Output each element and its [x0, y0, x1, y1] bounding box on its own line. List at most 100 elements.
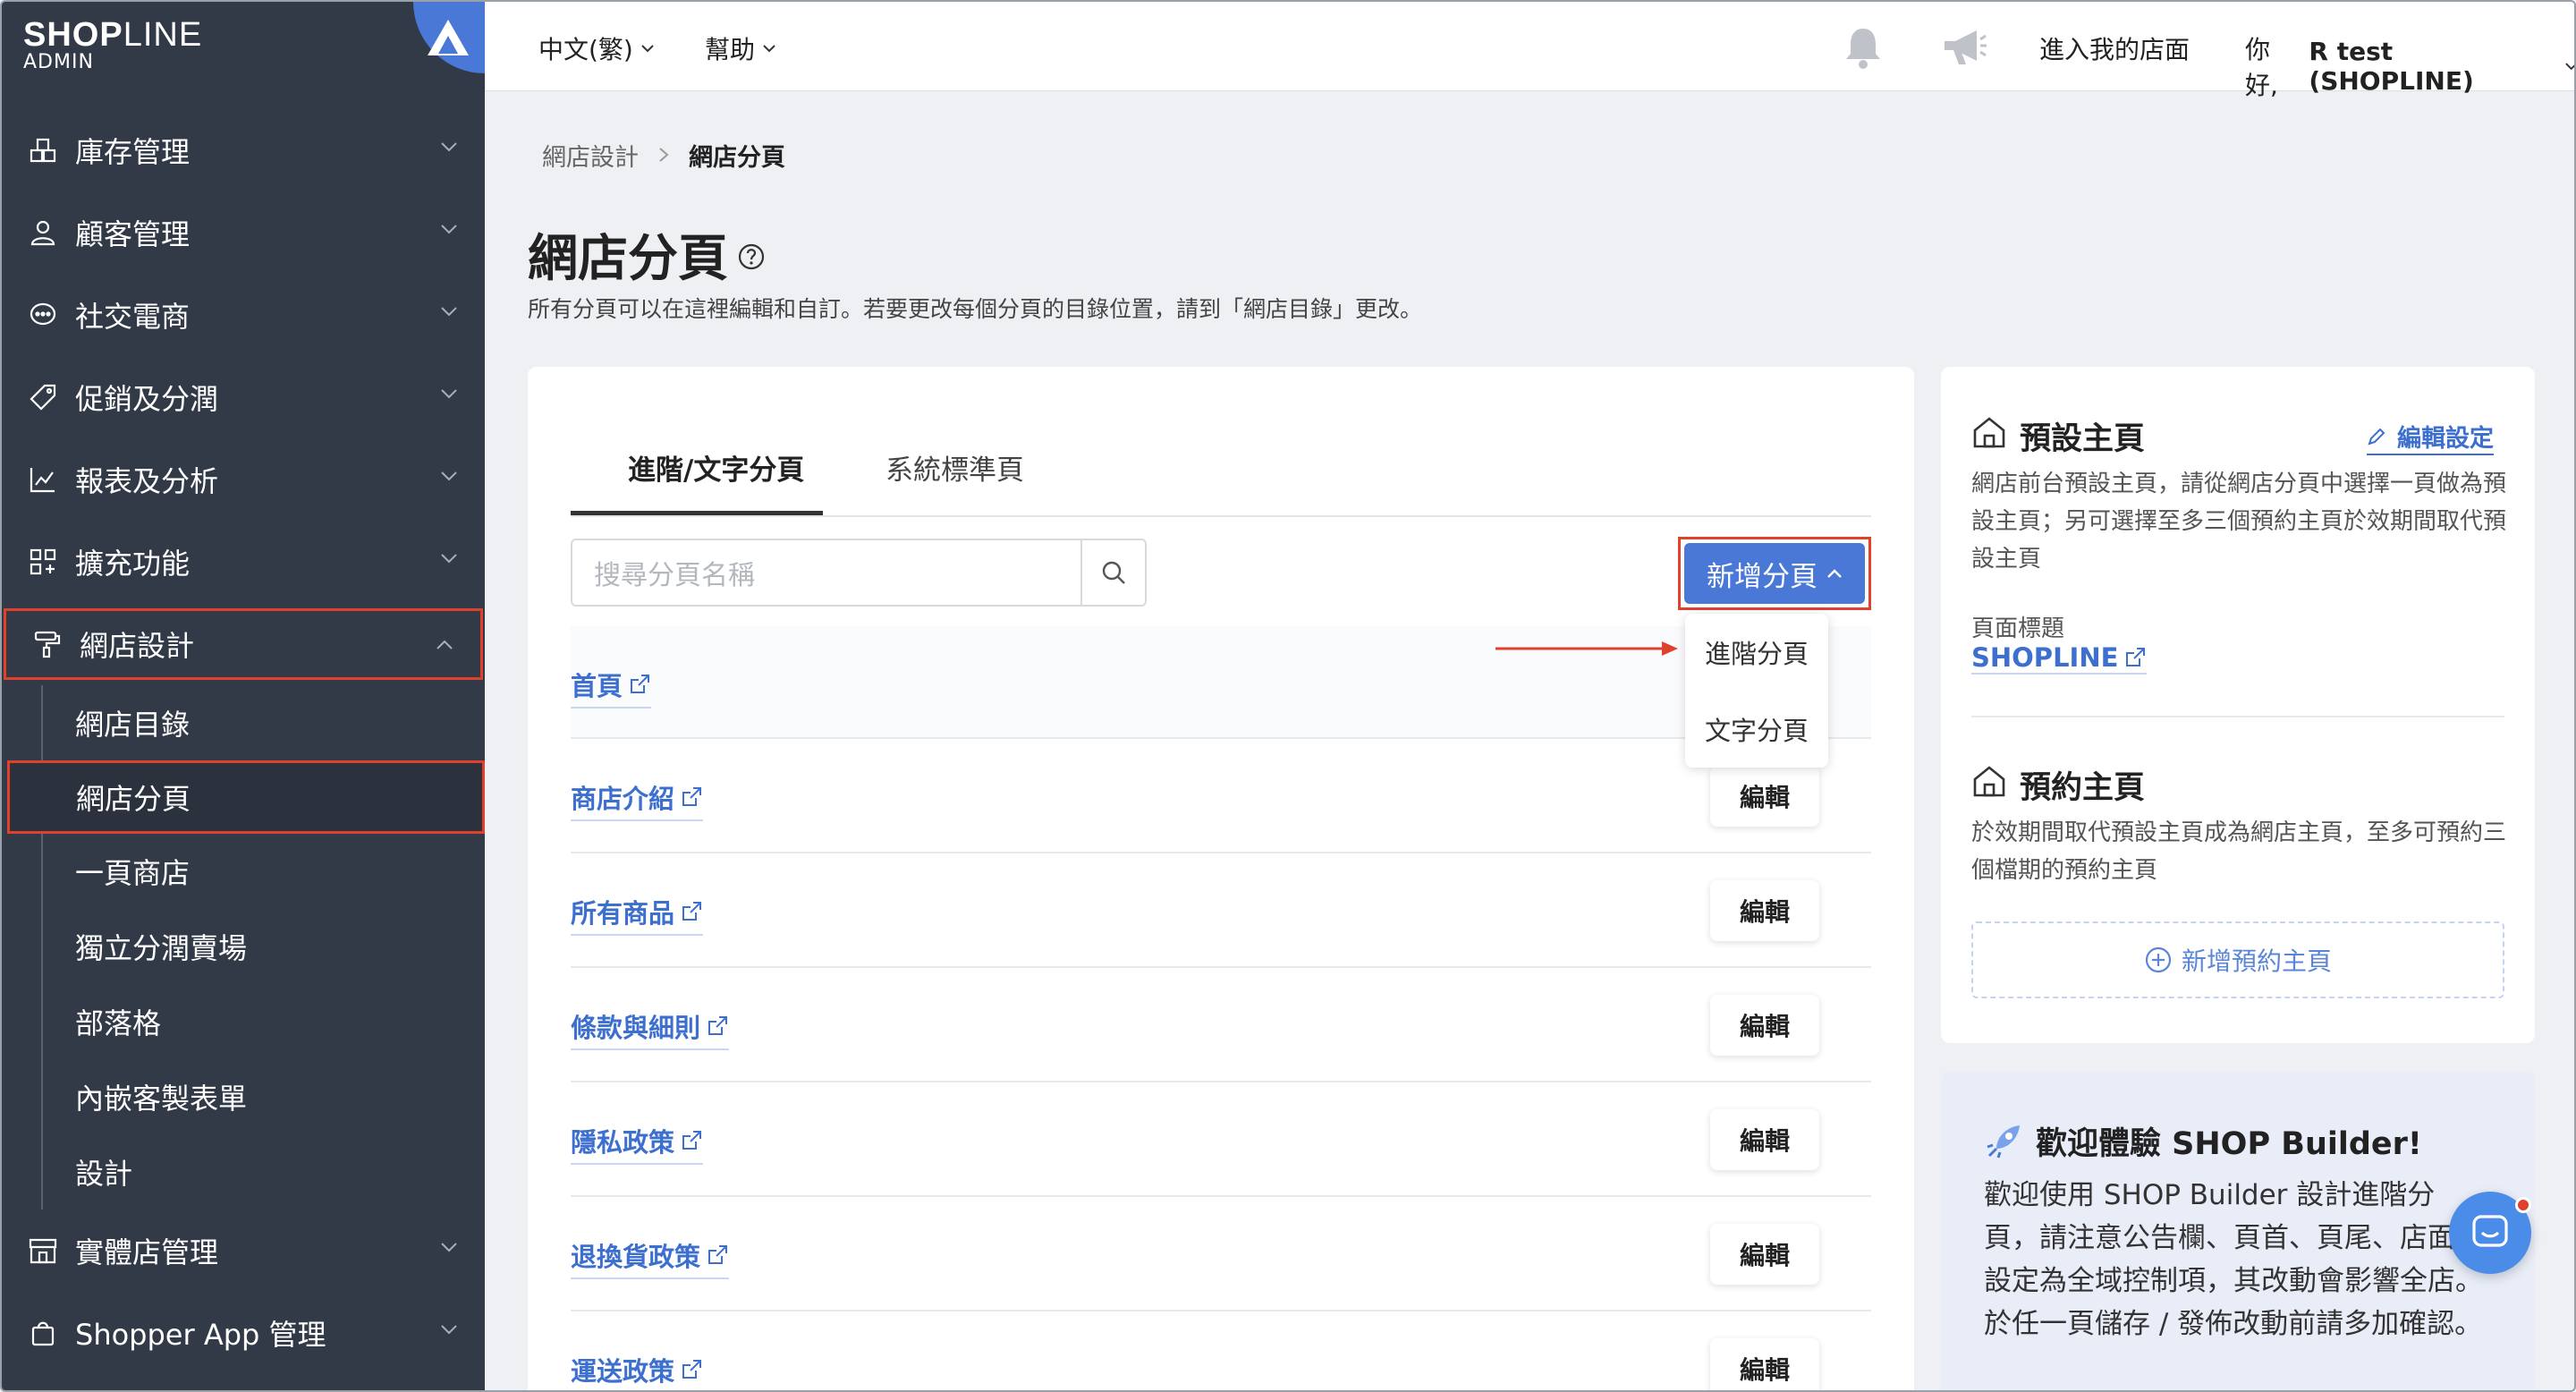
enter-store-link[interactable]: 進入我的店面 — [2039, 30, 2190, 66]
promo-text: 歡迎使用 SHOP Builder 設計進階分頁，請注意公告欄、頁首、頁尾、店面… — [1984, 1179, 2483, 1340]
brand-logo[interactable]: SHOPLINE ADMIN — [23, 16, 202, 73]
annotation-arrow — [1496, 641, 1678, 656]
dropdown-item-text-page[interactable]: 文字分頁 — [1685, 691, 1828, 768]
default-home-page-link[interactable]: SHOPLINE — [1971, 642, 2148, 675]
language-selector[interactable]: 中文(繁) — [538, 30, 655, 66]
sidebar-subitem-blog[interactable]: 部落格 — [43, 984, 485, 1059]
megaphone-icon[interactable] — [1941, 27, 1989, 72]
page-link[interactable]: 首頁 — [571, 666, 652, 709]
breadcrumb: 網店設計 網店分頁 — [542, 138, 785, 173]
page-name: 首頁 — [571, 671, 623, 701]
bell-icon[interactable] — [1843, 25, 1884, 73]
notification-dot — [2515, 1197, 2531, 1213]
default-home-title: 預設主頁 — [2020, 421, 2146, 457]
add-page-button[interactable]: 新增分頁 — [1684, 543, 1865, 604]
homepage-settings-card: 預設主頁 編輯設定 網店前台預設主頁，請從網店分頁中選擇一頁做為預設主頁；另可選… — [1941, 367, 2535, 1043]
page-link[interactable]: 運送政策 — [571, 1351, 703, 1390]
page-title-row: 網店分頁 — [528, 218, 766, 291]
edit-settings-link[interactable]: 編輯設定 — [2367, 419, 2494, 455]
sidebar-subitem-store-menu[interactable]: 網店目錄 — [43, 685, 485, 760]
sidebar-item-reports[interactable]: 報表及分析 — [2, 438, 485, 521]
external-link-icon — [631, 675, 650, 693]
sidebar-item-customers[interactable]: 顧客管理 — [2, 191, 485, 274]
sidebar-item-extensions[interactable]: 擴充功能 — [2, 521, 485, 603]
chat-bubble-icon — [25, 297, 61, 333]
promo-heading: 歡迎體驗 SHOP Builder! — [1984, 1118, 2422, 1164]
dropdown-item-advanced-page[interactable]: 進階分頁 — [1685, 614, 1828, 691]
table-row: 退換貨政策 編輯 — [571, 1197, 1871, 1311]
sidebar-subitem-one-page-store[interactable]: 一頁商店 — [43, 834, 485, 909]
search-input[interactable]: 搜尋分頁名稱 — [572, 540, 1080, 605]
sidebar-subitem-store-pages[interactable]: 網店分頁 — [7, 760, 485, 834]
chevron-right-icon — [658, 141, 669, 169]
sidebar-item-promotions[interactable]: 促銷及分潤 — [2, 356, 485, 438]
chat-icon — [2472, 1215, 2508, 1247]
top-bar: 中文(繁) 幫助 進入我的店面 你好, R test (SHOPLINE) — [485, 2, 2574, 100]
sidebar-item-social-commerce[interactable]: 社交電商 — [2, 274, 485, 356]
chat-launcher-button[interactable] — [2449, 1192, 2531, 1274]
page-link[interactable]: 商店介紹 — [571, 778, 704, 821]
sidebar-item-shopper-app[interactable]: Shopper App 管理 — [2, 1292, 485, 1374]
page-name: 運送政策 — [571, 1356, 675, 1387]
sidebar-item-label: 社交電商 — [75, 300, 191, 334]
tab-system-pages[interactable]: 系統標準頁 — [886, 447, 1024, 488]
help-circle-icon[interactable] — [737, 225, 766, 284]
edit-button[interactable]: 編輯 — [1710, 766, 1819, 827]
rocket-icon — [1987, 1125, 2020, 1158]
page-link[interactable]: 隱私政策 — [571, 1122, 704, 1165]
page-description: 所有分頁可以在這裡編輯和自訂。若要更改每個分頁的目錄位置，請到「網店目錄」更改。 — [528, 296, 1423, 322]
sidebar-item-label: 擴充功能 — [75, 547, 191, 581]
external-link-icon — [2126, 648, 2146, 666]
sidebar-nav: 庫存管理 顧客管理 社交電商 促銷及分潤 報表及分析 擴充功能 網店設計 網店目… — [2, 109, 485, 1374]
edit-settings-label: 編輯設定 — [2397, 425, 2494, 453]
sidebar-subitem-custom-form[interactable]: 內嵌客製表單 — [43, 1059, 485, 1134]
help-menu[interactable]: 幫助 — [705, 30, 776, 66]
edit-button[interactable]: 編輯 — [1710, 1338, 1819, 1390]
inventory-icon — [25, 132, 61, 168]
edit-button[interactable]: 編輯 — [1710, 1224, 1819, 1285]
sidebar-item-label: 實體店管理 — [75, 1235, 219, 1269]
chevron-down-icon — [441, 225, 457, 234]
add-page-highlight: 新增分頁 — [1678, 537, 1871, 610]
table-row: 所有商品 編輯 — [571, 853, 1871, 968]
page-name: 條款與細則 — [571, 1013, 701, 1043]
table-row: 運送政策 編輯 — [571, 1311, 1871, 1390]
scheduled-home-description: 於效期間取代預設主頁成為網店主頁，至多可預約三個檔期的預約主頁 — [1971, 819, 2507, 884]
tab-advanced-text-pages[interactable]: 進階/文字分頁 — [628, 447, 804, 488]
breadcrumb-parent[interactable]: 網店設計 — [542, 138, 639, 173]
sidebar-subitem-design[interactable]: 設計 — [43, 1134, 485, 1210]
sidebar-item-inventory[interactable]: 庫存管理 — [2, 109, 485, 191]
external-link-icon — [708, 1016, 728, 1035]
apps-icon — [25, 544, 61, 580]
tag-icon — [25, 379, 61, 415]
add-scheduled-home-button[interactable]: 新增預約主頁 — [1971, 921, 2504, 998]
sidebar-item-label: 報表及分析 — [75, 464, 219, 498]
pencil-icon — [2368, 428, 2385, 446]
page-name: 退換貨政策 — [571, 1242, 701, 1272]
page-link[interactable]: 退換貨政策 — [571, 1236, 730, 1279]
app-window: SHOPLINE ADMIN 庫存管理 顧客管理 社交電商 促銷及分潤 報表及分… — [0, 0, 2576, 1392]
edit-button[interactable]: 編輯 — [1710, 880, 1819, 941]
store-design-submenu: 網店目錄 網店分頁 一頁商店 獨立分潤賣場 部落格 內嵌客製表單 設計 — [7, 685, 485, 1210]
default-home-page-name: SHOPLINE — [1971, 642, 2119, 673]
page-link[interactable]: 條款與細則 — [571, 1007, 730, 1050]
page-name: 商店介紹 — [571, 784, 675, 814]
paint-roller-icon — [30, 626, 65, 662]
sidebar-item-label: 顧客管理 — [75, 217, 191, 251]
edit-button[interactable]: 編輯 — [1710, 1109, 1819, 1170]
search-button[interactable] — [1080, 540, 1145, 605]
sidebar-subitem-affiliate-store[interactable]: 獨立分潤賣場 — [43, 909, 485, 984]
external-link-icon — [682, 787, 702, 806]
user-menu[interactable]: 你好, R test (SHOPLINE) — [2245, 30, 2574, 102]
sidebar-item-retail-store[interactable]: 實體店管理 — [2, 1210, 485, 1292]
help-label: 幫助 — [705, 35, 756, 64]
sidebar-item-label: 網店設計 — [80, 629, 195, 663]
page-link[interactable]: 所有商品 — [571, 893, 704, 936]
greeting-label: 你好, — [2245, 35, 2278, 100]
home-icon — [1971, 414, 2007, 458]
sidebar: SHOPLINE ADMIN 庫存管理 顧客管理 社交電商 促銷及分潤 報表及分… — [2, 2, 485, 1390]
chevron-down-icon — [441, 1325, 457, 1335]
sidebar-item-store-design[interactable]: 網店設計 — [4, 608, 483, 680]
chevron-down-icon — [441, 142, 457, 152]
edit-button[interactable]: 編輯 — [1710, 995, 1819, 1056]
